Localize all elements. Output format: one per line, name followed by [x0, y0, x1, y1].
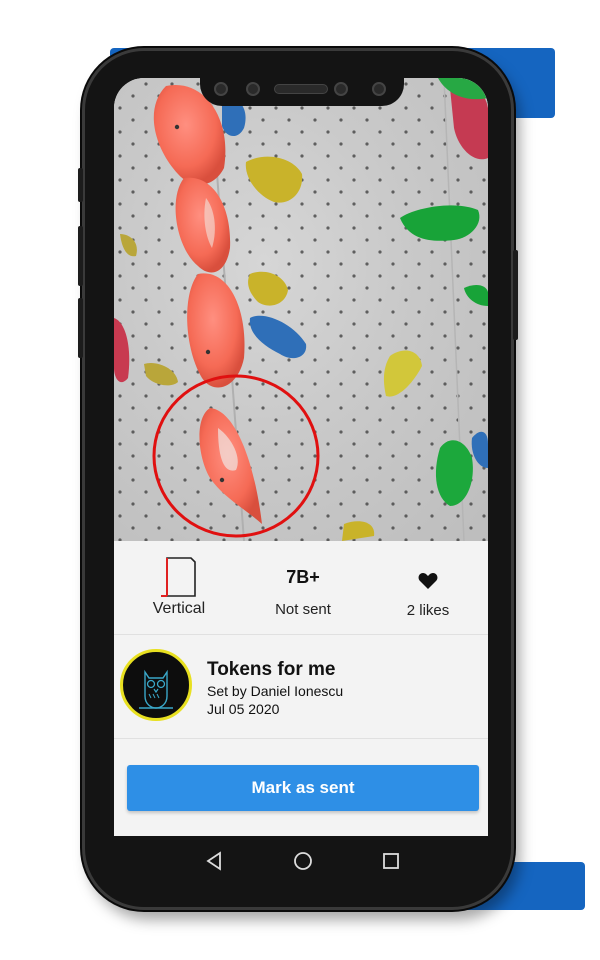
grade-stat: 7B+ Not sent — [253, 541, 353, 635]
camera-dot — [246, 82, 260, 96]
phone-side-button — [78, 226, 83, 286]
camera-dot — [214, 82, 228, 96]
phone-side-button — [513, 250, 518, 340]
likes-stat[interactable]: 2 likes — [378, 541, 478, 635]
mark-as-sent-button[interactable]: Mark as sent — [127, 765, 479, 811]
camera-dot — [372, 82, 386, 96]
action-area: Mark as sent — [114, 739, 488, 836]
camera-dot — [334, 82, 348, 96]
route-date: Jul 05 2020 — [207, 701, 280, 717]
owl-icon — [139, 669, 173, 709]
avatar[interactable] — [120, 649, 192, 721]
vertical-wall-icon — [161, 557, 196, 597]
wall-type-label: Vertical — [152, 600, 206, 617]
climbing-wall-image — [114, 78, 488, 541]
app-screen: Vertical 7B+ Not sent 2 likes Tokens for… — [114, 78, 488, 836]
wall-type-stat: Vertical — [134, 541, 224, 635]
route-setter[interactable]: Set by Daniel Ionescu — [207, 683, 343, 699]
triangle-back-icon[interactable] — [203, 850, 225, 872]
likes-count: 2 likes — [406, 602, 450, 619]
square-recents-icon[interactable] — [380, 850, 402, 872]
circle-home-icon[interactable] — [292, 850, 314, 872]
send-status-label: Not sent — [275, 601, 331, 618]
route-name: Tokens for me — [207, 659, 336, 680]
heart-icon[interactable] — [418, 572, 438, 590]
route-info: Tokens for me Set by Daniel Ionescu Jul … — [114, 635, 488, 739]
device-mockup: Vertical 7B+ Not sent 2 likes Tokens for… — [0, 0, 600, 960]
phone-side-button — [78, 168, 83, 202]
grade-value: 7B+ — [286, 567, 320, 587]
route-stats: Vertical 7B+ Not sent 2 likes — [114, 541, 488, 635]
phone-side-button — [78, 298, 83, 358]
system-nav-bar — [114, 836, 488, 884]
route-photo[interactable] — [114, 78, 488, 541]
earpiece-speaker — [274, 84, 328, 94]
phone-notch — [200, 74, 404, 106]
